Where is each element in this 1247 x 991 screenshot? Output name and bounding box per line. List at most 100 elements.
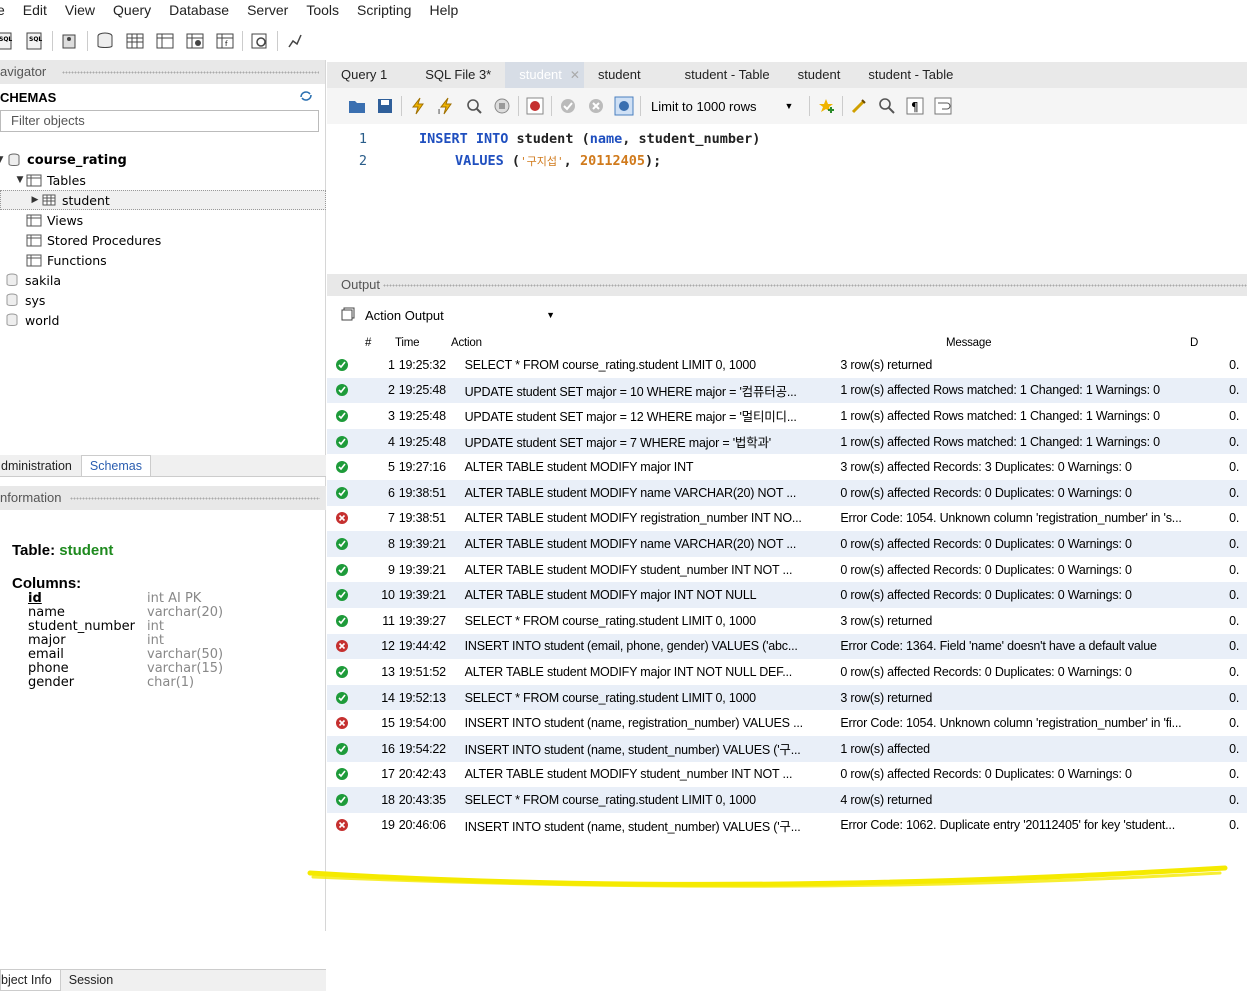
create-procedure-icon[interactable] [184, 30, 206, 52]
table-row[interactable]: 18 20:43:35 SELECT * FROM course_rating.st… [327, 787, 1247, 813]
tab-object-info[interactable]: bject Info [0, 970, 61, 991]
output-type-label: Action Output [365, 307, 444, 323]
table-row[interactable]: 10 19:39:21 ALTER TABLE student MODIFY maj… [327, 582, 1247, 608]
tab-administration[interactable]: dministration [0, 455, 81, 476]
tree-item-tables[interactable]: ▼ Tables [0, 170, 326, 190]
menu-tools[interactable]: Tools [297, 0, 348, 22]
table-row[interactable]: 2 19:25:48 UPDATE student SET major = 10 W… [327, 377, 1247, 404]
menu-help[interactable]: Help [420, 0, 467, 22]
tab-student-table-1[interactable]: student - Table [655, 62, 784, 88]
tab-student-2[interactable]: student [584, 62, 655, 88]
table-row[interactable]: 19 20:46:06 INSERT INTO student (name, stu… [327, 812, 1247, 839]
stop-icon[interactable] [491, 95, 513, 117]
beautify-icon[interactable] [848, 95, 870, 117]
open-sql-file-icon[interactable]: SQL [24, 30, 46, 52]
execute-current-icon[interactable]: I [435, 95, 457, 117]
explain-icon[interactable] [463, 95, 485, 117]
col-message[interactable]: Message [798, 337, 1190, 349]
row-duration: 0. [1229, 690, 1240, 705]
tree-item-sys[interactable]: sys [0, 290, 326, 310]
menu-file[interactable]: e [0, 0, 14, 22]
filter-objects-input[interactable]: Filter objects [0, 110, 319, 132]
table-row[interactable]: 3 19:25:48 UPDATE student SET major = 12 W… [327, 403, 1247, 429]
tree-item-views[interactable]: Views [0, 210, 326, 230]
table-row[interactable]: 15 19:54:00 INSERT INTO student (name, reg… [327, 710, 1247, 736]
row-message: 3 row(s) returned [840, 690, 933, 705]
table-row[interactable]: 5 19:27:16 ALTER TABLE student MODIFY majo… [327, 454, 1247, 480]
tab-sql-file-3[interactable]: SQL File 3* [401, 62, 505, 88]
refresh-schemas-icon[interactable] [299, 90, 313, 105]
row-duration: 0. [1229, 818, 1240, 833]
table-row[interactable]: 9 19:39:21 ALTER TABLE student MODIFY stud… [327, 557, 1247, 583]
create-table-icon[interactable] [124, 30, 146, 52]
row-number: 10 [381, 588, 395, 603]
tab-student-active[interactable]: student ✕ [505, 62, 584, 88]
table-row[interactable]: 11 19:39:27 SELECT * FROM course_rating.st… [327, 608, 1247, 634]
tree-item-sakila[interactable]: sakila [0, 270, 326, 290]
menu-view[interactable]: View [56, 0, 104, 22]
sql-column: name [589, 131, 623, 147]
tree-item-stored-procedures[interactable]: Stored Procedures [0, 230, 326, 250]
inspector-icon[interactable] [59, 30, 81, 52]
create-view-icon[interactable] [154, 30, 176, 52]
execute-icon[interactable] [407, 95, 429, 117]
close-tab-icon[interactable]: ✕ [570, 68, 580, 82]
table-row[interactable]: 4 19:25:48 UPDATE student SET major = 7 WH… [327, 428, 1247, 455]
create-schema-icon[interactable] [94, 30, 116, 52]
find-icon[interactable] [876, 95, 898, 117]
save-icon[interactable] [374, 95, 396, 117]
reconnect-icon[interactable] [284, 30, 306, 52]
table-row[interactable]: 17 20:42:43 ALTER TABLE student MODIFY stu… [327, 762, 1247, 788]
new-sql-tab-icon[interactable]: SQL [0, 30, 16, 52]
sql-editor[interactable]: 1 INSERT INTO student (name, student_num… [327, 124, 1247, 262]
autocommit-icon[interactable] [613, 95, 635, 117]
limit-rows-select[interactable]: Limit to 1000 rows ▼ [647, 95, 807, 117]
invisible-chars-icon[interactable]: ¶ [904, 95, 926, 117]
tab-student-3[interactable]: student [784, 62, 855, 88]
menu-edit[interactable]: Edit [14, 0, 56, 22]
col-action[interactable]: Action [421, 337, 798, 349]
tab-schemas[interactable]: Schemas [80, 455, 151, 476]
tab-query-1[interactable]: Query 1 [327, 62, 401, 88]
search-table-icon[interactable] [249, 30, 271, 52]
row-action: ALTER TABLE student MODIFY name VARCHAR(… [464, 485, 797, 500]
table-row[interactable]: 14 19:52:13 SELECT * FROM course_rating.st… [327, 684, 1247, 711]
table-row[interactable]: 7 19:38:51 ALTER TABLE student MODIFY regi… [327, 506, 1247, 532]
copy-icon[interactable] [341, 307, 355, 324]
sql-punct: , [563, 153, 580, 169]
tab-session[interactable]: Session [61, 970, 121, 991]
col-duration[interactable]: D [1190, 337, 1198, 349]
table-row[interactable]: 13 19:51:52 ALTER TABLE student MODIFY maj… [327, 659, 1247, 685]
tree-item-world[interactable]: world [0, 310, 326, 330]
table-row[interactable]: 12 19:44:42 INSERT INTO student (email, ph… [327, 633, 1247, 660]
table-row[interactable]: 6 19:38:51 ALTER TABLE student MODIFY name… [327, 479, 1247, 506]
commit-icon[interactable] [557, 95, 579, 117]
table-row[interactable]: 1 19:25:32 SELECT * FROM course_rating.stu… [327, 352, 1247, 378]
table-row[interactable]: 16 19:54:22 INSERT INTO student (name, stu… [327, 735, 1247, 762]
open-file-icon[interactable] [346, 95, 368, 117]
menu-database[interactable]: Database [160, 0, 238, 22]
tab-student-table-2[interactable]: student - Table [854, 62, 967, 88]
add-snippet-icon[interactable] [815, 95, 837, 117]
toggle-error-icon[interactable] [524, 95, 546, 117]
row-action: ALTER TABLE student MODIFY name VARCHAR(… [464, 536, 797, 551]
table-row[interactable]: 8 19:39:21 ALTER TABLE student MODIFY name… [327, 531, 1247, 557]
col-number[interactable]: # [351, 337, 375, 349]
col-time[interactable]: Time [375, 337, 421, 349]
row-action: INSERT INTO student (name, student_numbe… [464, 819, 801, 834]
grid-body: 1 19:25:32 SELECT * FROM course_rating.stu… [327, 352, 1247, 839]
word-wrap-icon[interactable] [932, 95, 954, 117]
tree-item-student[interactable]: ▶ student [0, 190, 326, 210]
row-time: 19:39:21 [398, 562, 446, 577]
collapse-arrow-icon[interactable]: ▼ [14, 175, 26, 185]
menu-server[interactable]: Server [238, 0, 297, 22]
row-time: 19:39:21 [398, 588, 446, 603]
create-function-icon[interactable]: f [214, 30, 236, 52]
menu-query[interactable]: Query [104, 0, 160, 22]
expand-arrow-icon[interactable]: ▶ [29, 195, 41, 205]
menu-scripting[interactable]: Scripting [348, 0, 420, 22]
output-type-select[interactable]: Action Output ▼ [365, 308, 555, 323]
rollback-icon[interactable] [585, 95, 607, 117]
tree-item-functions[interactable]: Functions [0, 250, 326, 270]
tree-item-course-rating[interactable]: ▼ course_rating [0, 150, 326, 170]
